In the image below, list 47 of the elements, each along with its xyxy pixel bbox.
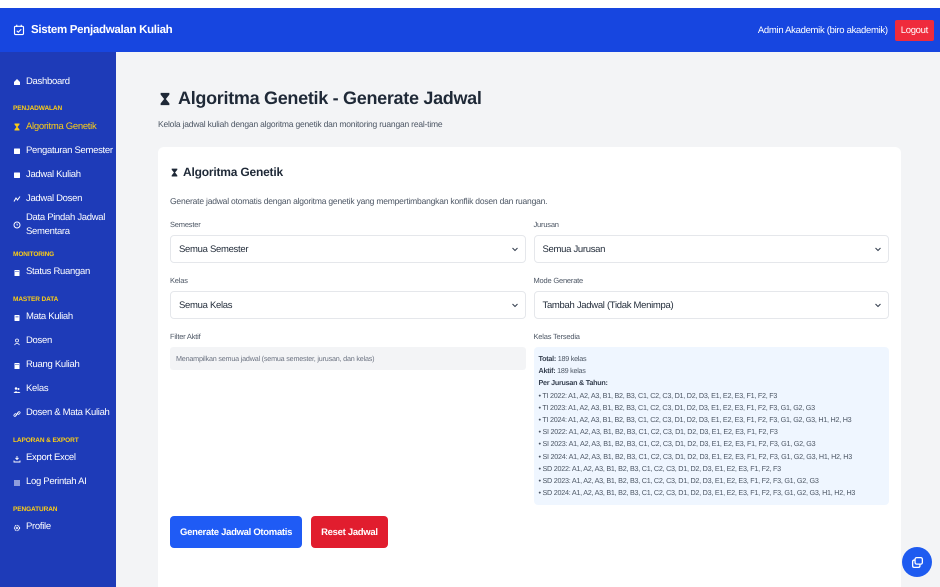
- sidebar-item[interactable]: Algoritma Genetik: [13, 115, 116, 139]
- sidebar-item[interactable]: Pengaturan Semester: [13, 139, 116, 163]
- hourglass-icon: [13, 123, 21, 131]
- sidebar-item[interactable]: Log Perintah AI: [13, 470, 116, 494]
- sidebar-item[interactable]: Data Pindah Jadwal Sementara: [13, 211, 116, 240]
- logout-button[interactable]: Logout: [894, 20, 934, 40]
- people-icon: [13, 386, 21, 394]
- dropdown[interactable]: Semua Jurusan: [534, 235, 889, 263]
- download-icon: [13, 454, 21, 462]
- chevron-down-icon: [874, 301, 882, 309]
- card-title: Algoritma Genetik: [183, 165, 283, 179]
- sidebar-item[interactable]: Dosen & Mata Kuliah: [13, 402, 116, 426]
- sidebar-item[interactable]: Jadwal Dosen: [13, 187, 116, 211]
- hourglass-icon: [170, 166, 179, 178]
- list-icon: [13, 478, 21, 486]
- house-icon: [13, 78, 21, 86]
- sidebar-item[interactable]: Ruang Kuliah: [13, 354, 116, 378]
- sidebar-item[interactable]: Status Ruangan: [13, 260, 116, 284]
- sidebar-item[interactable]: Dashboard: [13, 70, 116, 94]
- page-subtitle: Kelola jadwal kuliah dengan algoritma genetik dan monitoring ruangan real-time: [158, 119, 444, 129]
- clock-icon: [13, 221, 21, 230]
- sidebar-item[interactable]: Dosen: [13, 330, 116, 354]
- chevron-down-icon: [510, 301, 518, 309]
- chart-icon: [13, 195, 21, 203]
- sidebar-item[interactable]: Export Excel: [13, 446, 116, 470]
- gear-icon: [13, 524, 21, 532]
- hourglass-icon: [158, 90, 172, 106]
- user-name: Admin Akademik (biro akademik): [758, 24, 888, 36]
- person-icon: [13, 338, 21, 346]
- sidebar-item[interactable]: Mata Kuliah: [13, 306, 116, 330]
- generate-button[interactable]: Generate Jadwal Otomatis: [170, 516, 302, 548]
- dropdown[interactable]: Semua Kelas: [170, 291, 526, 319]
- sidebar-item[interactable]: Jadwal Kuliah: [13, 163, 116, 187]
- book-icon: [13, 314, 21, 322]
- page-title: Algoritma Genetik - Generate Jadwal: [178, 88, 482, 109]
- sidebar-item[interactable]: Profile: [13, 516, 116, 540]
- link-icon: [13, 410, 21, 418]
- chevron-down-icon: [510, 245, 518, 253]
- dropdown[interactable]: Semua Semester: [170, 235, 526, 263]
- sidebar-item[interactable]: Kelas: [13, 378, 116, 402]
- reset-button[interactable]: Reset Jadwal: [311, 516, 388, 548]
- app-title: Sistem Penjadwalan Kuliah: [31, 24, 172, 36]
- calendar-check-icon: [13, 24, 25, 36]
- dropdown[interactable]: Tambah Jadwal (Tidak Menimpa): [534, 291, 889, 319]
- chevron-down-icon: [874, 245, 882, 253]
- chat-icon: [910, 556, 924, 568]
- card-description: Generate jadwal otomatis dengan algoritma genetik yang mempertimbangkan konflik dosen dan ruangan.: [170, 196, 548, 206]
